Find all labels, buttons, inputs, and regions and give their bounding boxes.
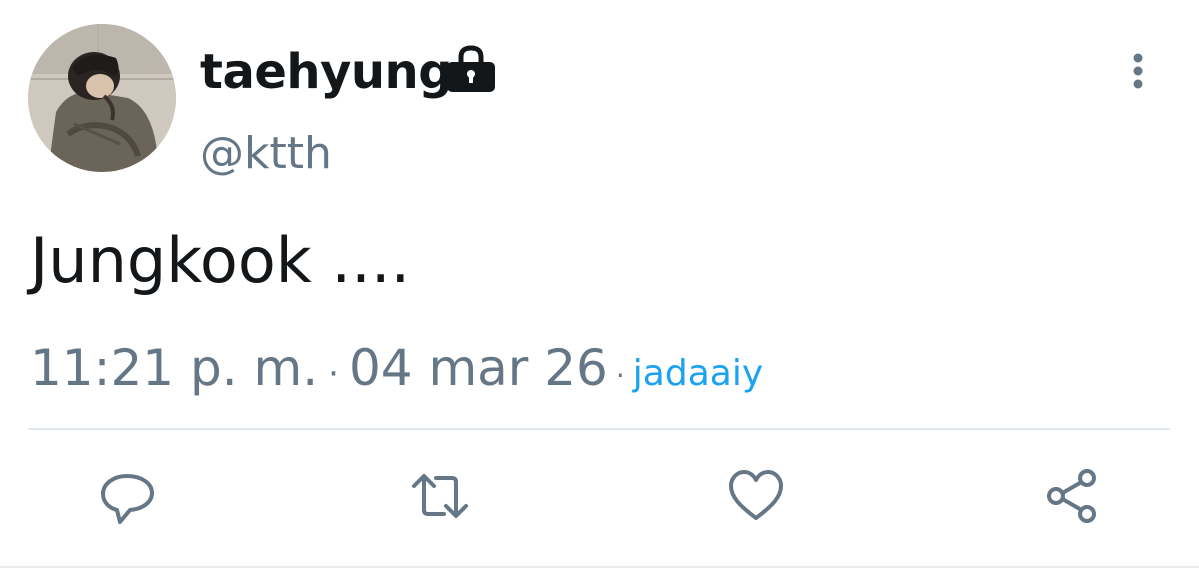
share-button[interactable] bbox=[1042, 466, 1102, 526]
avatar-image bbox=[28, 24, 176, 172]
retweet-button[interactable] bbox=[410, 466, 470, 526]
meta-separator: · bbox=[615, 359, 625, 392]
more-vertical-icon bbox=[1133, 53, 1143, 89]
more-options-button[interactable] bbox=[1120, 50, 1156, 94]
meta-separator: · bbox=[328, 354, 339, 394]
lock-icon bbox=[444, 44, 498, 94]
tweet-text: Jungkook .... bbox=[30, 224, 411, 297]
tweet-meta: 11:21 p. m. · 04 mar 26 · jadaaiy bbox=[30, 338, 763, 398]
heart-icon bbox=[729, 470, 783, 520]
reply-icon bbox=[101, 474, 154, 524]
display-name[interactable]: taehyung bbox=[200, 44, 453, 100]
tweet-source-link[interactable]: jadaaiy bbox=[633, 353, 763, 394]
retweet-icon bbox=[412, 474, 468, 518]
divider bbox=[28, 428, 1170, 430]
avatar[interactable] bbox=[28, 24, 176, 172]
like-button[interactable] bbox=[726, 466, 786, 526]
divider bbox=[0, 566, 1199, 568]
tweet-date[interactable]: 04 mar 26 bbox=[349, 338, 608, 398]
reply-button[interactable] bbox=[98, 466, 158, 526]
share-icon bbox=[1047, 469, 1096, 523]
user-handle[interactable]: @ktth bbox=[200, 128, 332, 180]
tweet-card: taehyung @ktth Jungkook .... 11:21 p. m.… bbox=[0, 0, 1199, 583]
tweet-time[interactable]: 11:21 p. m. bbox=[30, 338, 318, 398]
